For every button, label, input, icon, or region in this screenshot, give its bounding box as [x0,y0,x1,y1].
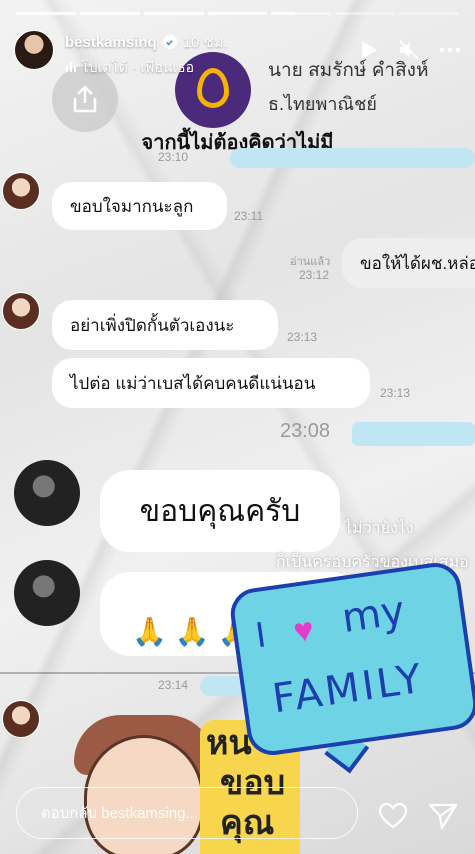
family-sticker[interactable]: I ♥ my FAMILY [227,559,475,774]
progress-segment [271,12,332,15]
reply-input[interactable]: ตอบกลับ bestkamsing... [16,787,358,839]
profile-avatar[interactable] [14,30,54,70]
progress-fill [143,12,204,15]
chat-bubble-sent: ขอให้ได้ผช.หล่อๆ [342,238,475,288]
timestamp: 23:11 [234,209,264,223]
sticker-word: my [339,587,408,643]
avatar [2,172,40,210]
overlay-text: ไม่ว่ายังไง [344,520,414,537]
chat-bubble: ไปต่อ แม่ว่าเบสได้คบคนดีแน่นอน [52,358,370,408]
chat-bubble: ขอบคุณครับ [100,470,340,552]
progress-segment [399,12,460,15]
timestamp: 23:08 [280,420,331,442]
avatar [14,460,80,526]
send-icon[interactable] [428,802,458,835]
username[interactable]: bestkamsinq [65,34,157,51]
story-footer: ตอบกลับ bestkamsing... [0,774,475,854]
progress-fill [79,12,140,15]
story-header: bestkamsinq 10 ชม. โปเตโต้ · เพื่อนเธอ [14,30,461,76]
blue-strip [230,148,475,168]
chat-bubble: อย่าเพิ่งปิดกั้นตัวเองนะ [52,300,278,350]
music-icon [65,60,77,76]
timestamp: 23:10 [158,150,189,164]
story-content[interactable]: นาย สมรักษ์ คำสิงห์ ธ.ไทยพาณิชย์ จากนี้ไ… [0,0,475,854]
music-label[interactable]: โปเตโต้ · เพื่อนเธอ [81,57,194,79]
progress-segment [143,12,204,15]
progress-segment [16,12,76,15]
avatar [2,292,40,330]
timestamp: 23:13 [380,386,411,400]
progress-fill [16,12,76,15]
play-icon[interactable] [359,39,379,61]
mute-icon[interactable] [397,38,421,62]
timestamp: 23:13 [287,330,318,344]
more-icon[interactable] [439,47,461,53]
sticker-text: หน [206,724,252,762]
verified-icon [162,35,177,49]
story-progress [16,12,460,15]
progress-fill [207,12,268,15]
timestamp: 23:14 [158,678,189,692]
avatar [14,560,80,626]
progress-fill [271,12,296,15]
timestamp: 23:12 [299,268,330,282]
progress-segment [335,12,396,15]
blue-strip [352,422,475,446]
chat-bubble: ขอบใจมากนะลูก [52,182,227,230]
progress-segment [207,12,268,15]
avatar [2,700,40,738]
progress-segment [79,12,140,15]
bank-label: ธ.ไทยพาณิชย์ [268,94,377,114]
heart-icon[interactable] [378,802,408,835]
post-time: 10 ชม. [182,34,228,51]
